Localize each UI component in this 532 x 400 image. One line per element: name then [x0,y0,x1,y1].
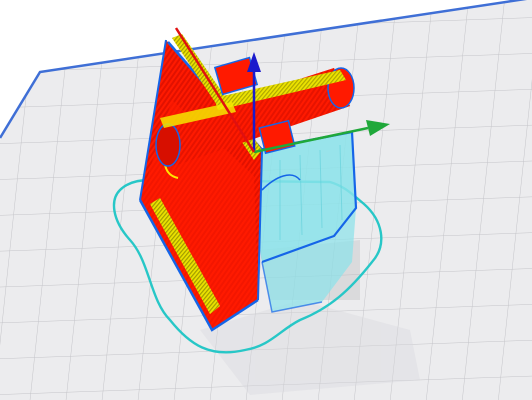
layer-preview-scene[interactable] [0,0,532,400]
3d-viewport[interactable] [0,0,532,400]
